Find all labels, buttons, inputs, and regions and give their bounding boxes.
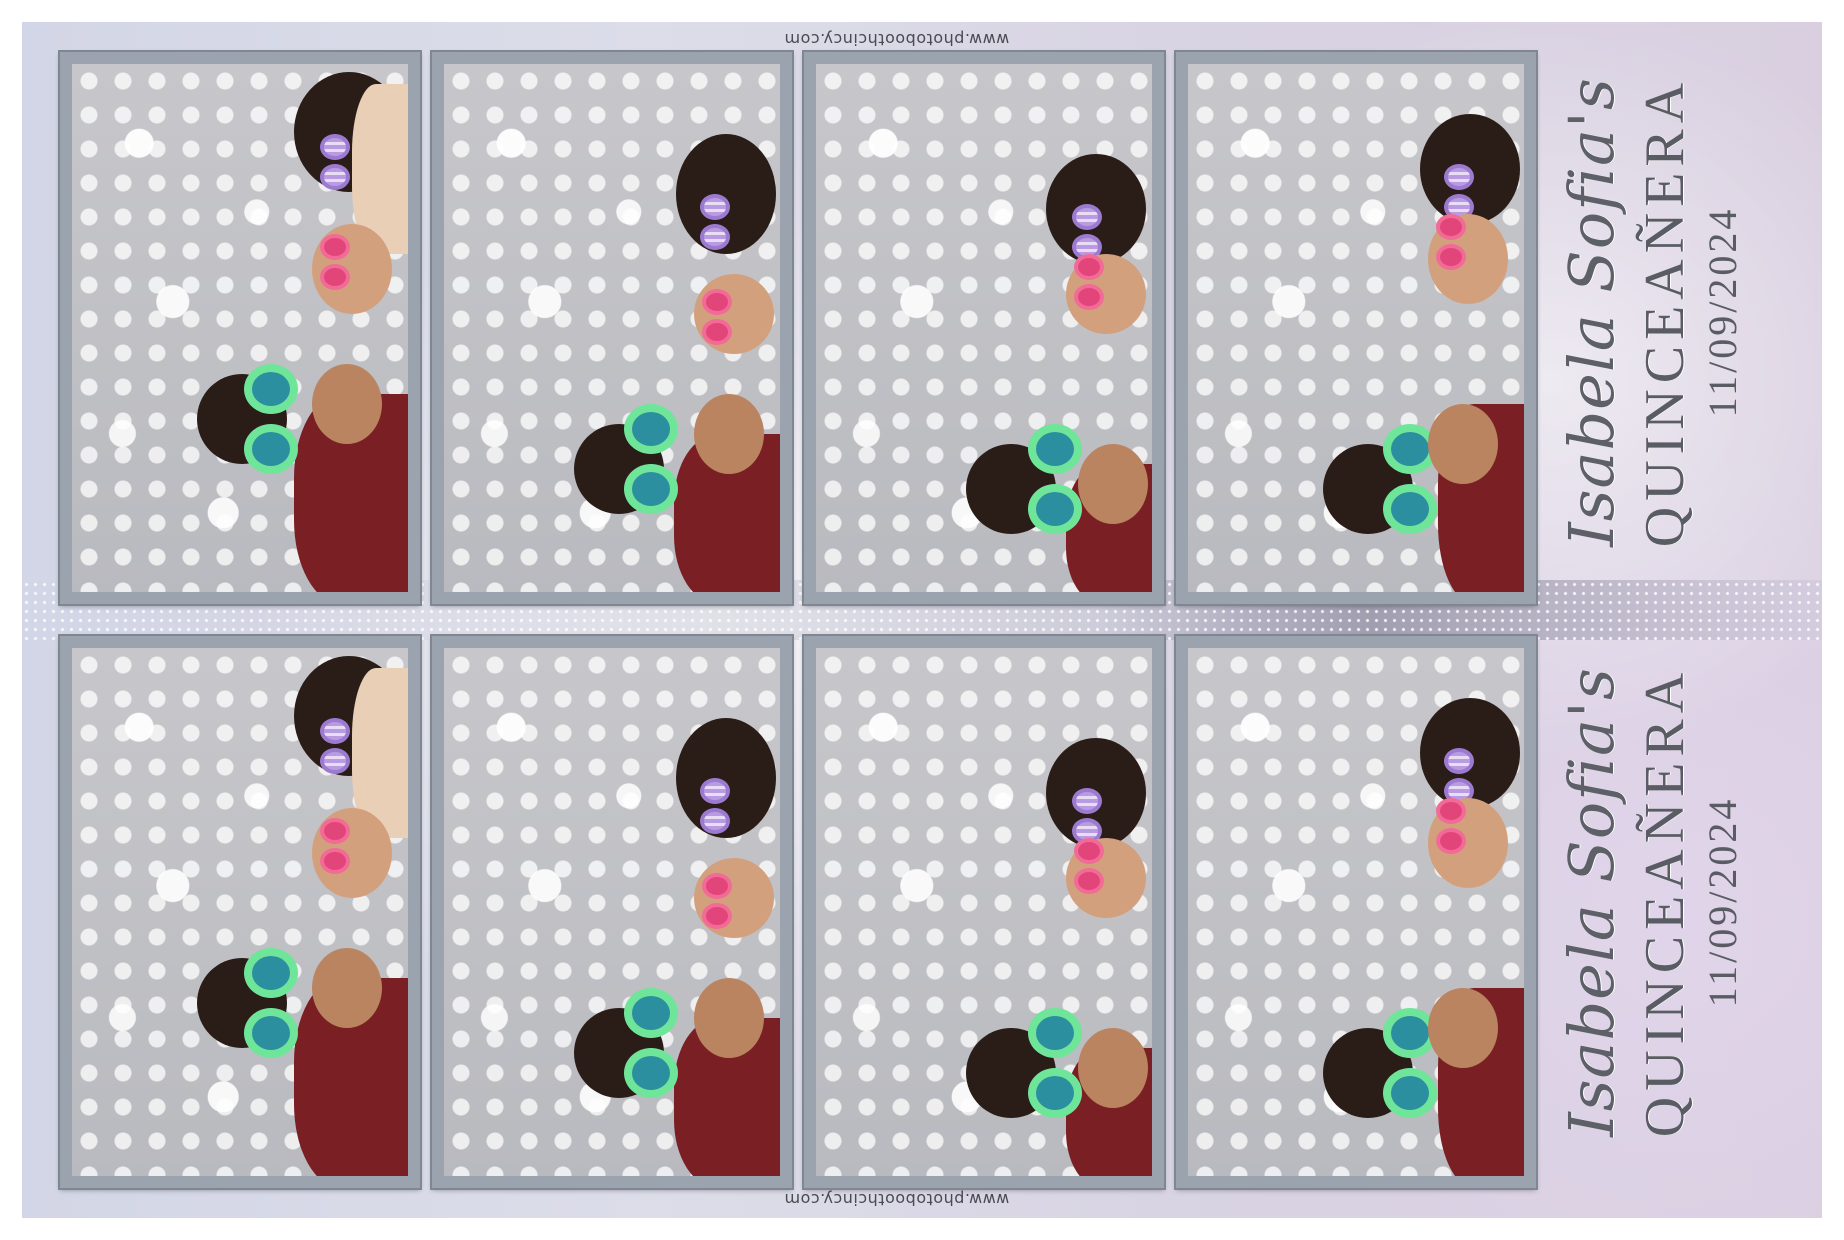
person-face <box>1078 444 1148 524</box>
event-date: 11/09/2024 <box>1700 206 1745 418</box>
pink-glasses <box>1074 838 1114 898</box>
person-face <box>1428 404 1498 484</box>
green-glasses <box>244 948 314 1068</box>
person-face <box>694 978 764 1058</box>
event-title: QUINCEAÑERA <box>1634 666 1696 1138</box>
event-date: 11/09/2024 <box>1700 796 1745 1008</box>
green-glasses <box>244 364 314 484</box>
watermark-top: www.photoboothcincy.com <box>784 30 1010 49</box>
pink-glasses <box>702 873 742 933</box>
pink-glasses <box>1074 254 1114 314</box>
person-face <box>312 948 382 1028</box>
celebrant-name: Isabela Sofia's <box>1555 667 1628 1137</box>
photo-4 <box>1176 52 1536 604</box>
photo-6 <box>432 636 792 1188</box>
purple-glasses <box>700 194 740 254</box>
pink-glasses <box>1436 798 1476 858</box>
purple-glasses <box>700 778 740 838</box>
photo-3 <box>804 52 1164 604</box>
title-block-bottom: Isabela Sofia's QUINCEAÑERA 11/09/2024 <box>1552 622 1802 1182</box>
green-glasses <box>624 988 694 1108</box>
event-title: QUINCEAÑERA <box>1634 76 1696 548</box>
person-face <box>1428 988 1498 1068</box>
purple-glasses <box>320 718 360 778</box>
watermark-bottom: www.photoboothcincy.com <box>784 1190 1010 1209</box>
pink-glasses <box>1436 214 1476 274</box>
pink-glasses <box>320 818 360 878</box>
photo-2 <box>432 52 792 604</box>
green-glasses <box>624 404 694 524</box>
title-block-top: Isabela Sofia's QUINCEAÑERA 11/09/2024 <box>1552 32 1802 592</box>
photo-7 <box>804 636 1164 1188</box>
photo-strip-sheet: www.photoboothcincy.com www.photoboothci… <box>22 22 1822 1218</box>
purple-glasses <box>320 134 360 194</box>
celebrant-name: Isabela Sofia's <box>1555 77 1628 547</box>
person-face <box>1078 1028 1148 1108</box>
photo-1 <box>60 52 420 604</box>
photo-8 <box>1176 636 1536 1188</box>
person-face <box>312 364 382 444</box>
pink-glasses <box>702 289 742 349</box>
person-face <box>694 394 764 474</box>
pink-glasses <box>320 234 360 294</box>
photo-5 <box>60 636 420 1188</box>
